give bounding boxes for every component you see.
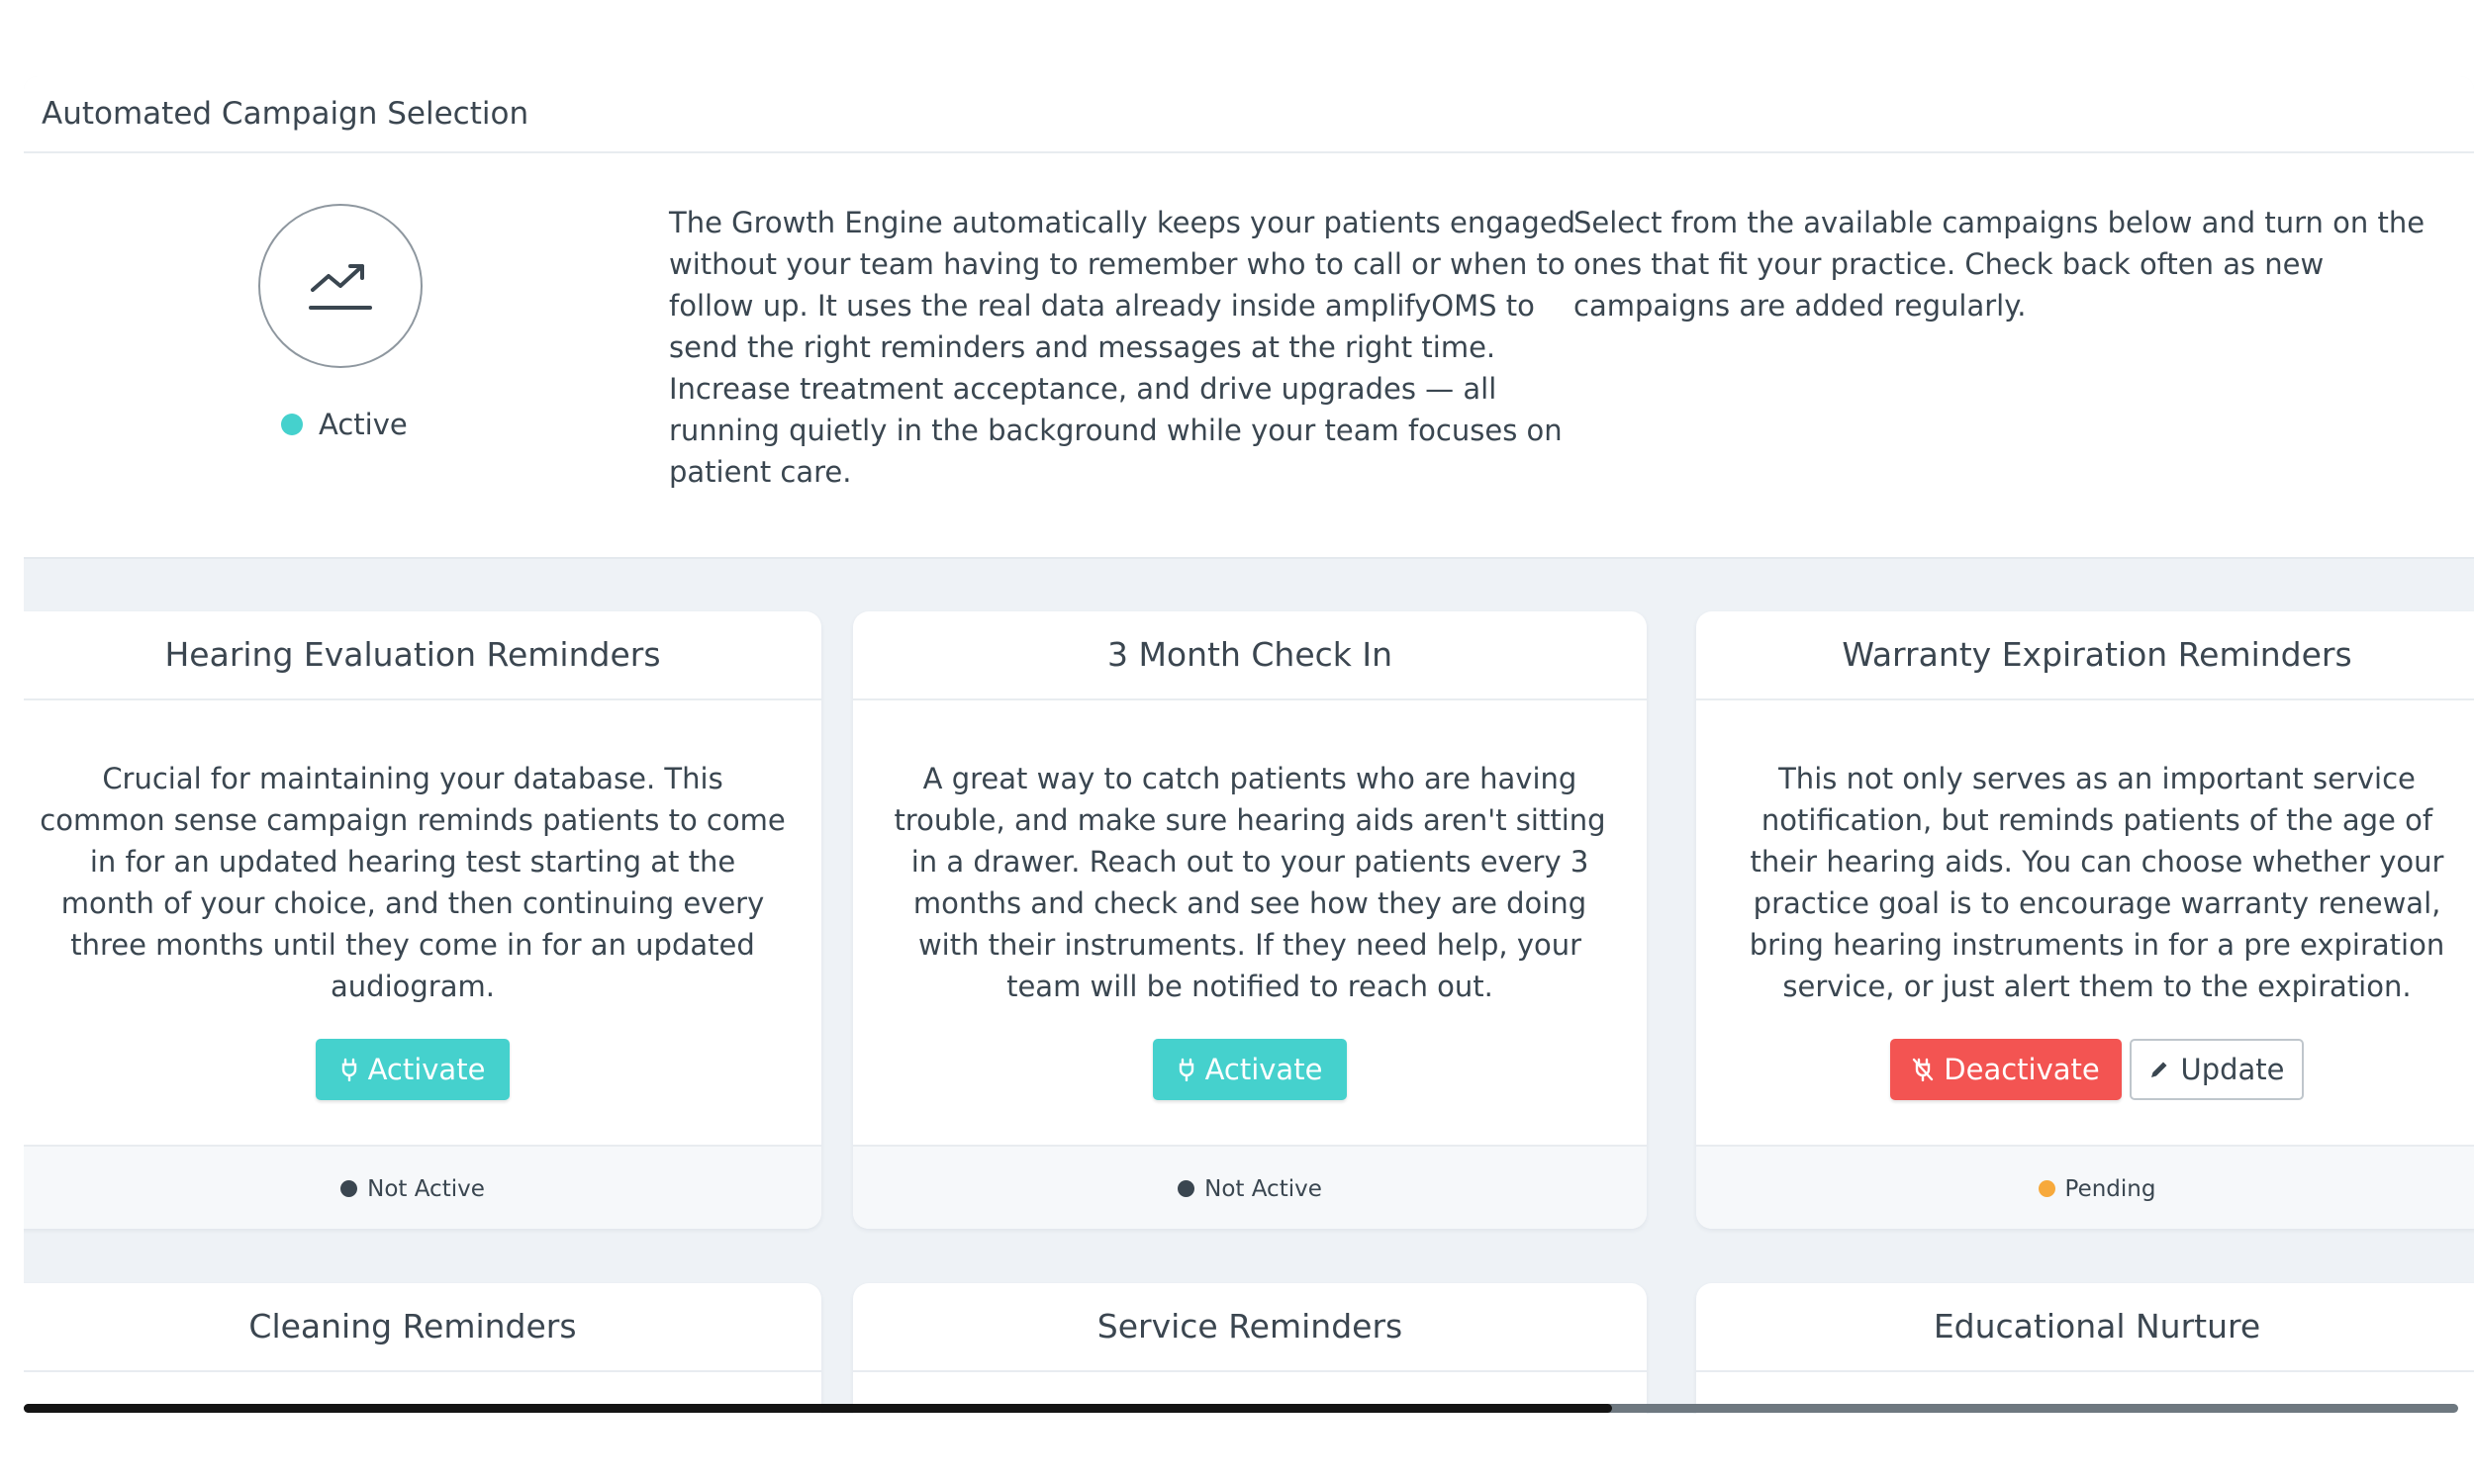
campaign-title: Warranty Expiration Reminders (1696, 611, 2474, 700)
campaign-instructions: Select from the available campaigns belo… (1573, 206, 2426, 323)
status-dot (340, 1180, 358, 1197)
update-label: Update (2180, 1053, 2285, 1086)
campaign-row-1: Hearing Evaluation Reminders Crucial for… (24, 611, 2474, 1229)
update-button[interactable]: Update (2130, 1039, 2304, 1100)
deactivate-label: Deactivate (1944, 1053, 2100, 1086)
campaign-title: Educational Nurture (1696, 1283, 2474, 1372)
campaign-header-card: Automated Campaign Selection Active The … (24, 76, 2474, 559)
campaign-status: Not Active (24, 1145, 821, 1229)
campaign-actions: Activate (24, 1039, 821, 1100)
engine-description: The Growth Engine automatically keeps yo… (669, 206, 1576, 489)
unplug-icon (1913, 1058, 1934, 1081)
activate-button[interactable]: Activate (316, 1039, 510, 1100)
header-divider (24, 151, 2474, 153)
status-label: Pending (2064, 1175, 2156, 1202)
plug-icon (1179, 1058, 1193, 1081)
campaign-card-3-month-check-in: 3 Month Check In A great way to catch pa… (853, 611, 1647, 1229)
activate-button[interactable]: Activate (1153, 1039, 1347, 1100)
plug-icon (341, 1058, 356, 1081)
campaign-title: Hearing Evaluation Reminders (24, 611, 821, 700)
campaign-card-hearing-evaluation: Hearing Evaluation Reminders Crucial for… (24, 611, 821, 1229)
horizontal-scrollbar-thumb[interactable] (24, 1404, 1612, 1413)
campaign-description: A great way to catch patients who are ha… (894, 762, 1606, 1003)
engine-status-label: Active (319, 408, 408, 441)
activate-label: Activate (367, 1053, 486, 1086)
campaign-card-service: Service Reminders (853, 1283, 1647, 1414)
campaign-title: Cleaning Reminders (24, 1283, 821, 1372)
status-dot (2038, 1180, 2055, 1197)
trend-up-icon (309, 264, 372, 310)
campaign-row-2: Cleaning Reminders Service Reminders Edu… (24, 1283, 2474, 1414)
campaign-status: Pending (1696, 1145, 2474, 1229)
status-dot (281, 414, 303, 435)
page-title: Automated Campaign Selection (42, 96, 529, 132)
campaign-title: 3 Month Check In (853, 611, 1647, 700)
campaign-actions: Deactivate Update (1696, 1039, 2474, 1100)
campaign-title: Service Reminders (853, 1283, 1647, 1372)
pencil-icon (2151, 1062, 2167, 1077)
campaign-card-educational-nurture: Educational Nurture (1696, 1283, 2474, 1414)
campaign-card-warranty-expiration: Warranty Expiration Reminders This not o… (1696, 611, 2474, 1229)
campaign-card-cleaning: Cleaning Reminders (24, 1283, 821, 1414)
deactivate-button[interactable]: Deactivate (1890, 1039, 2122, 1100)
campaign-description: This not only serves as an important ser… (1749, 762, 2445, 1003)
campaign-actions: Activate (853, 1039, 1647, 1100)
campaign-page: Automated Campaign Selection Active The … (24, 76, 2474, 1414)
growth-engine-badge (258, 204, 423, 368)
status-dot (1178, 1180, 1195, 1197)
activate-label: Activate (1204, 1053, 1323, 1086)
status-label: Not Active (1204, 1175, 1322, 1202)
engine-status: Active (281, 406, 408, 443)
campaign-status: Not Active (853, 1145, 1647, 1229)
campaign-description: Crucial for maintaining your database. T… (40, 762, 786, 1003)
status-label: Not Active (367, 1175, 485, 1202)
